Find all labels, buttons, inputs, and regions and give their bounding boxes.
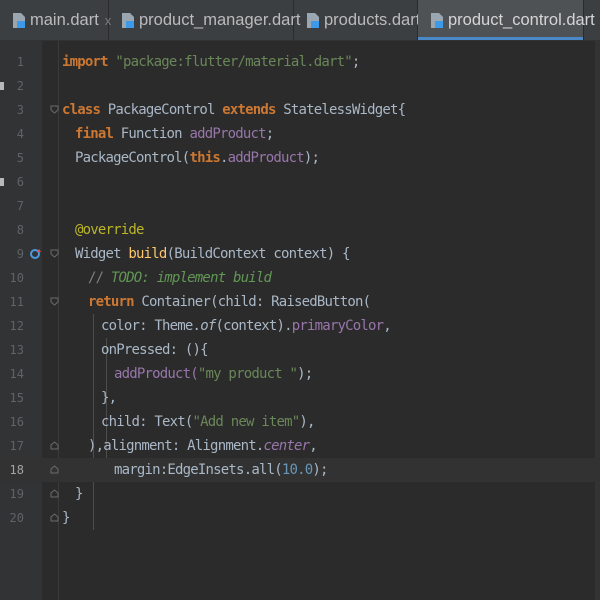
tab-label: products.dart — [324, 10, 421, 29]
code-line[interactable]: 1 import "package:flutter/material.dart"… — [0, 50, 600, 74]
line-number: 6 — [16, 175, 24, 189]
code-line[interactable]: 14 addProduct("my product "); — [0, 362, 600, 386]
line-number: 9 — [16, 247, 24, 261]
code-line-current[interactable]: 18 margin:EdgeInsets.all(10.0); — [0, 458, 600, 482]
line-number: 19 — [9, 487, 24, 501]
line-number: 13 — [9, 343, 24, 357]
line-number: 3 — [16, 103, 24, 117]
fold-marker-icon[interactable] — [50, 513, 59, 522]
code-line[interactable]: 20 } — [0, 506, 600, 530]
tab-product-control-dart[interactable]: product_control.dart x — [418, 0, 595, 40]
code-line[interactable]: 5 PackageControl(this.addProduct); — [0, 146, 600, 170]
tab-products-dart[interactable]: products.dart x — [294, 0, 433, 40]
line-text: PackageControl(this.addProduct); — [75, 150, 320, 166]
line-number: 10 — [9, 271, 24, 285]
line-text: ),alignment: Alignment.center, — [88, 438, 318, 454]
fold-marker-icon[interactable] — [50, 465, 59, 474]
fold-marker-icon[interactable] — [50, 441, 59, 450]
tab-label: product_manager.dart — [139, 10, 301, 29]
code-line[interactable]: 3 class PackageControl extends Stateless… — [0, 98, 600, 122]
code-line[interactable]: 9 Widget build(BuildContext context) { — [0, 242, 600, 266]
line-text: import "package:flutter/material.dart"; — [62, 54, 360, 70]
line-number: 4 — [16, 127, 24, 141]
line-text: // TODO: implement build — [88, 270, 272, 286]
fold-marker-icon[interactable] — [50, 105, 59, 114]
line-text: addProduct("my product "); — [114, 366, 313, 382]
code-line[interactable]: 6 — [0, 170, 600, 194]
editor-tab-bar: main.dart x product_manager.dart x produ… — [0, 0, 600, 41]
line-text: margin:EdgeInsets.all(10.0); — [114, 462, 328, 478]
code-line[interactable]: 4 final Function addProduct; — [0, 122, 600, 146]
line-number: 11 — [9, 295, 24, 309]
line-number: 17 — [9, 439, 24, 453]
code-line[interactable]: 12 color: Theme.of(context).primaryColor… — [0, 314, 600, 338]
line-number: 16 — [9, 415, 24, 429]
code-line[interactable]: 10 // TODO: implement build — [0, 266, 600, 290]
override-marker-icon[interactable] — [30, 248, 42, 260]
code-line[interactable]: 16 child: Text("Add new item"), — [0, 410, 600, 434]
tab-label: product_control.dart — [448, 10, 595, 29]
change-marker — [0, 82, 4, 90]
tab-main-dart[interactable]: main.dart x — [0, 0, 111, 40]
line-text: child: Text("Add new item"), — [101, 414, 315, 430]
dart-file-icon — [13, 12, 25, 28]
line-number: 20 — [9, 511, 24, 525]
code-line[interactable]: 17 ),alignment: Alignment.center, — [0, 434, 600, 458]
fold-marker-icon[interactable] — [50, 297, 59, 306]
code-line[interactable]: 8 @override — [0, 218, 600, 242]
line-text: Widget build(BuildContext context) { — [75, 246, 350, 262]
code-line[interactable]: 7 — [0, 194, 600, 218]
dart-file-icon — [307, 12, 319, 28]
line-number: 2 — [16, 79, 24, 93]
line-text: } — [75, 486, 83, 502]
line-number: 7 — [16, 199, 24, 213]
dart-file-icon — [431, 12, 443, 28]
line-text: } — [62, 510, 70, 526]
code-line[interactable]: 13 onPressed: (){ — [0, 338, 600, 362]
code-line[interactable]: 19 } — [0, 482, 600, 506]
line-number: 14 — [9, 367, 24, 381]
line-text: class PackageControl extends StatelessWi… — [62, 102, 406, 118]
dart-file-icon — [122, 12, 134, 28]
tab-label: main.dart — [30, 10, 99, 29]
line-number: 5 — [16, 151, 24, 165]
line-text: color: Theme.of(context).primaryColor, — [101, 318, 392, 334]
line-number: 12 — [9, 319, 24, 333]
line-number: 8 — [16, 223, 24, 237]
fold-marker-icon[interactable] — [50, 489, 59, 498]
change-marker — [0, 178, 4, 186]
line-number: 15 — [9, 391, 24, 405]
code-line[interactable]: 11 return Container(child: RaisedButton( — [0, 290, 600, 314]
code-line[interactable]: 15 }, — [0, 386, 600, 410]
fold-marker-icon[interactable] — [50, 249, 59, 258]
line-text: onPressed: (){ — [101, 342, 209, 358]
tab-product-manager-dart[interactable]: product_manager.dart x — [109, 0, 313, 40]
line-text: }, — [101, 390, 117, 406]
line-number: 18 — [9, 463, 24, 477]
line-text: return Container(child: RaisedButton( — [88, 294, 371, 310]
line-text: final Function addProduct; — [75, 126, 274, 142]
code-line[interactable]: 2 — [0, 74, 600, 98]
line-text: @override — [75, 222, 144, 238]
line-number: 1 — [16, 55, 24, 69]
